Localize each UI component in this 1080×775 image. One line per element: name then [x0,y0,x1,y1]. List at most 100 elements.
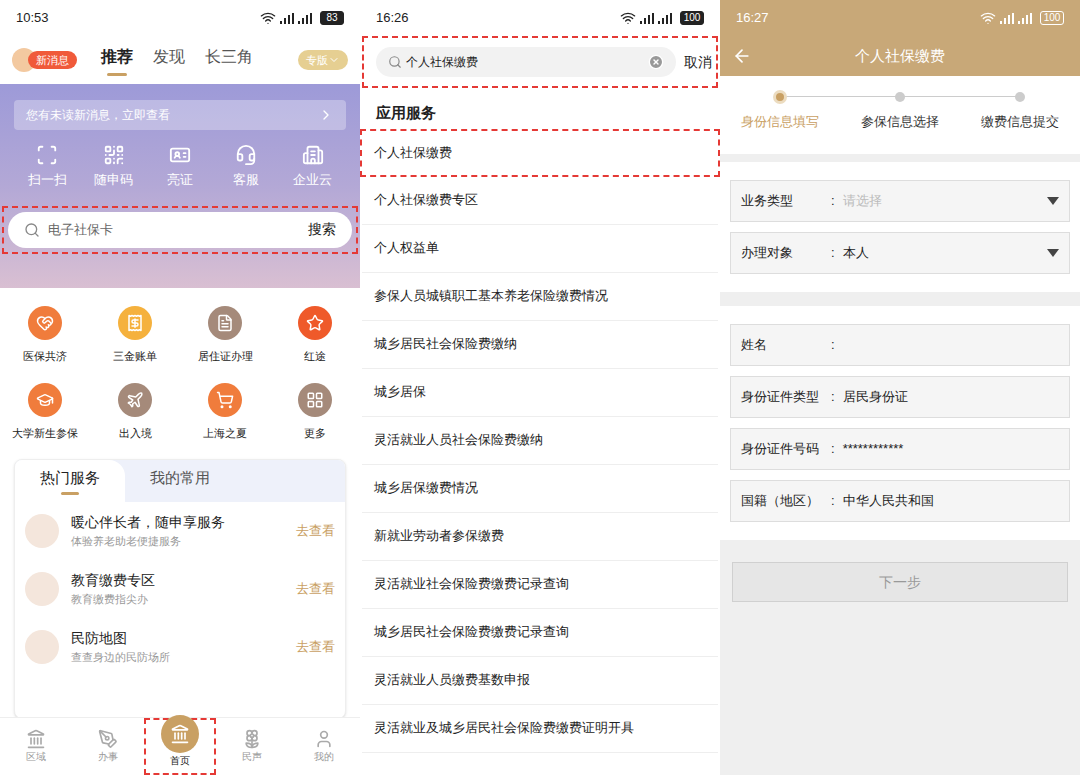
bottom-nav-item[interactable]: 我的 [288,718,360,775]
wifi-icon [260,10,276,26]
form-field[interactable]: 国籍（地区）:中华人民共和国 [730,480,1070,522]
status-time: 16:27 [736,8,769,28]
next-button: 下一步 [732,562,1068,602]
service-item[interactable]: 更多 [270,383,360,442]
result-item[interactable]: 个人社保缴费 [360,129,720,177]
bottom-nav: 区域办事首页民声我的 [0,717,360,775]
service-item[interactable]: 居住证办理 [180,306,270,365]
form-group: 姓名: 身份证件类型:居民身份证身份证件号码:************ 国籍（地区）… [720,306,1080,540]
form-field[interactable]: 身份证件类型:居民身份证 [730,376,1070,418]
result-item[interactable]: 新就业劳动者参保缴费 [362,513,718,561]
signal-icon [1018,13,1032,24]
card-item[interactable]: 暖心伴长者，随申享服务体验养老助老便捷服务去查看 [15,502,345,560]
quick-action-icon [169,144,191,166]
service-icon [306,314,324,332]
bottom-nav-item[interactable]: 民声 [216,718,288,775]
card-item-icon [25,630,59,664]
cancel-button[interactable]: 取消 [684,52,712,73]
card-tab[interactable]: 我的常用 [125,460,235,502]
result-item[interactable]: 灵活就业社会保险费缴费记录查询 [362,561,718,609]
card-tab[interactable]: 热门服务 [15,460,125,502]
status-bar: 16:27 100 [720,0,1080,36]
clear-icon[interactable] [648,54,664,70]
battery: 100 [1040,11,1064,25]
search-bar[interactable]: 电子社保卡搜索 [8,212,352,248]
message-badge[interactable]: 新消息 [28,51,77,70]
quick-action-icon [36,144,58,166]
step: 参保信息选择 [840,90,960,154]
header: 个人社保缴费 [720,36,1080,76]
quick-action[interactable]: 随申码 [80,144,146,190]
search-button[interactable]: 搜索 [308,219,336,240]
status-icons: 100 [980,10,1064,26]
service-item[interactable]: 红途 [270,306,360,365]
status-icons: 83 [260,10,344,26]
nav-icon [26,729,46,749]
status-icons: 100 [620,10,704,26]
service-item[interactable]: 出入境 [90,383,180,442]
quick-action[interactable]: 扫一扫 [14,144,80,190]
result-item[interactable]: 个人权益单 [362,225,718,273]
search-icon [24,222,40,238]
stepper: 身份信息填写参保信息选择缴费信息提交 [720,76,1080,154]
result-item[interactable]: 城乡居民社会保险费缴费记录查询 [362,609,718,657]
quick-action[interactable]: 亮证 [147,144,213,190]
service-item[interactable]: 医保共济 [0,306,90,365]
nav-tab[interactable]: 发现 [153,45,185,76]
service-icon [216,391,234,409]
result-item[interactable]: 灵活就业人员缴费基数申报 [362,657,718,705]
result-item[interactable]: 灵活就业人员社会保险费缴纳 [362,417,718,465]
bottom-nav-item[interactable]: 区域 [0,718,72,775]
card-item-icon [25,514,59,548]
quick-action-icon [235,144,257,166]
form-field[interactable]: 身份证件号码:************ [730,428,1070,470]
result-item[interactable]: 参保人员城镇职工基本养老保险缴费情况 [362,273,718,321]
search-screen: 16:26100个人社保缴费取消应用服务个人社保缴费个人社保缴费专区个人权益单参… [360,0,720,775]
result-item[interactable]: 城乡居保 [362,369,718,417]
result-item[interactable]: 城乡居民社会保险费缴纳 [362,321,718,369]
service-item[interactable]: 上海之夏 [180,383,270,442]
form-field[interactable]: 业务类型:请选择 [730,180,1070,222]
step: 缴费信息提交 [960,90,1080,154]
signal-icon [1000,13,1014,24]
wifi-icon [620,10,636,26]
card-item-icon [25,572,59,606]
edition-button[interactable]: 专版 [298,50,348,71]
section-title: 应用服务 [360,102,720,125]
quick-action[interactable]: 企业云 [280,144,346,190]
bottom-nav-item[interactable]: 首页 [144,718,216,775]
result-item[interactable]: 灵活就业及城乡居民社会保险费缴费证明开具 [362,705,718,753]
dropdown-caret-icon[interactable] [1047,197,1059,205]
top-nav: 新消息 推荐发现长三角 专版 [0,36,360,84]
status-bar: 16:26100 [360,0,720,36]
notice-bar[interactable]: 您有未读新消息，立即查看 [14,100,346,130]
status-bar: 10:53 83 [0,0,360,36]
dropdown-caret-icon[interactable] [1047,249,1059,257]
form-group: 业务类型:请选择办理对象:本人 [720,162,1080,292]
status-time: 10:53 [16,8,49,28]
card-item[interactable]: 民防地图查查身边的民防场所去查看 [15,618,345,676]
service-item[interactable]: 三金账单 [90,306,180,365]
search-field[interactable]: 个人社保缴费 [376,47,676,77]
bottom-nav-item[interactable]: 办事 [72,718,144,775]
service-icon [306,391,324,409]
nav-tab[interactable]: 推荐 [101,45,133,76]
signal-icon [640,13,654,24]
result-item[interactable]: 城乡居保缴费情况 [362,465,718,513]
back-arrow-icon[interactable] [732,46,752,66]
chevron-right-icon [318,107,334,123]
signal-icon [280,13,294,24]
card-item[interactable]: 教育缴费专区教育缴费指尖办去查看 [15,560,345,618]
nav-icon [98,729,118,749]
step: 身份信息填写 [720,90,840,154]
nav-tab[interactable]: 长三角 [205,45,253,76]
service-item[interactable]: 大学新生参保 [0,383,90,442]
result-item[interactable]: 个人社保缴费专区 [362,177,718,225]
battery: 83 [320,11,344,25]
nav-icon [314,729,334,749]
form-field[interactable]: 姓名: [730,324,1070,366]
form-field[interactable]: 办理对象:本人 [730,232,1070,274]
service-icon [36,391,54,409]
quick-action[interactable]: 客服 [213,144,279,190]
battery: 100 [680,11,704,25]
